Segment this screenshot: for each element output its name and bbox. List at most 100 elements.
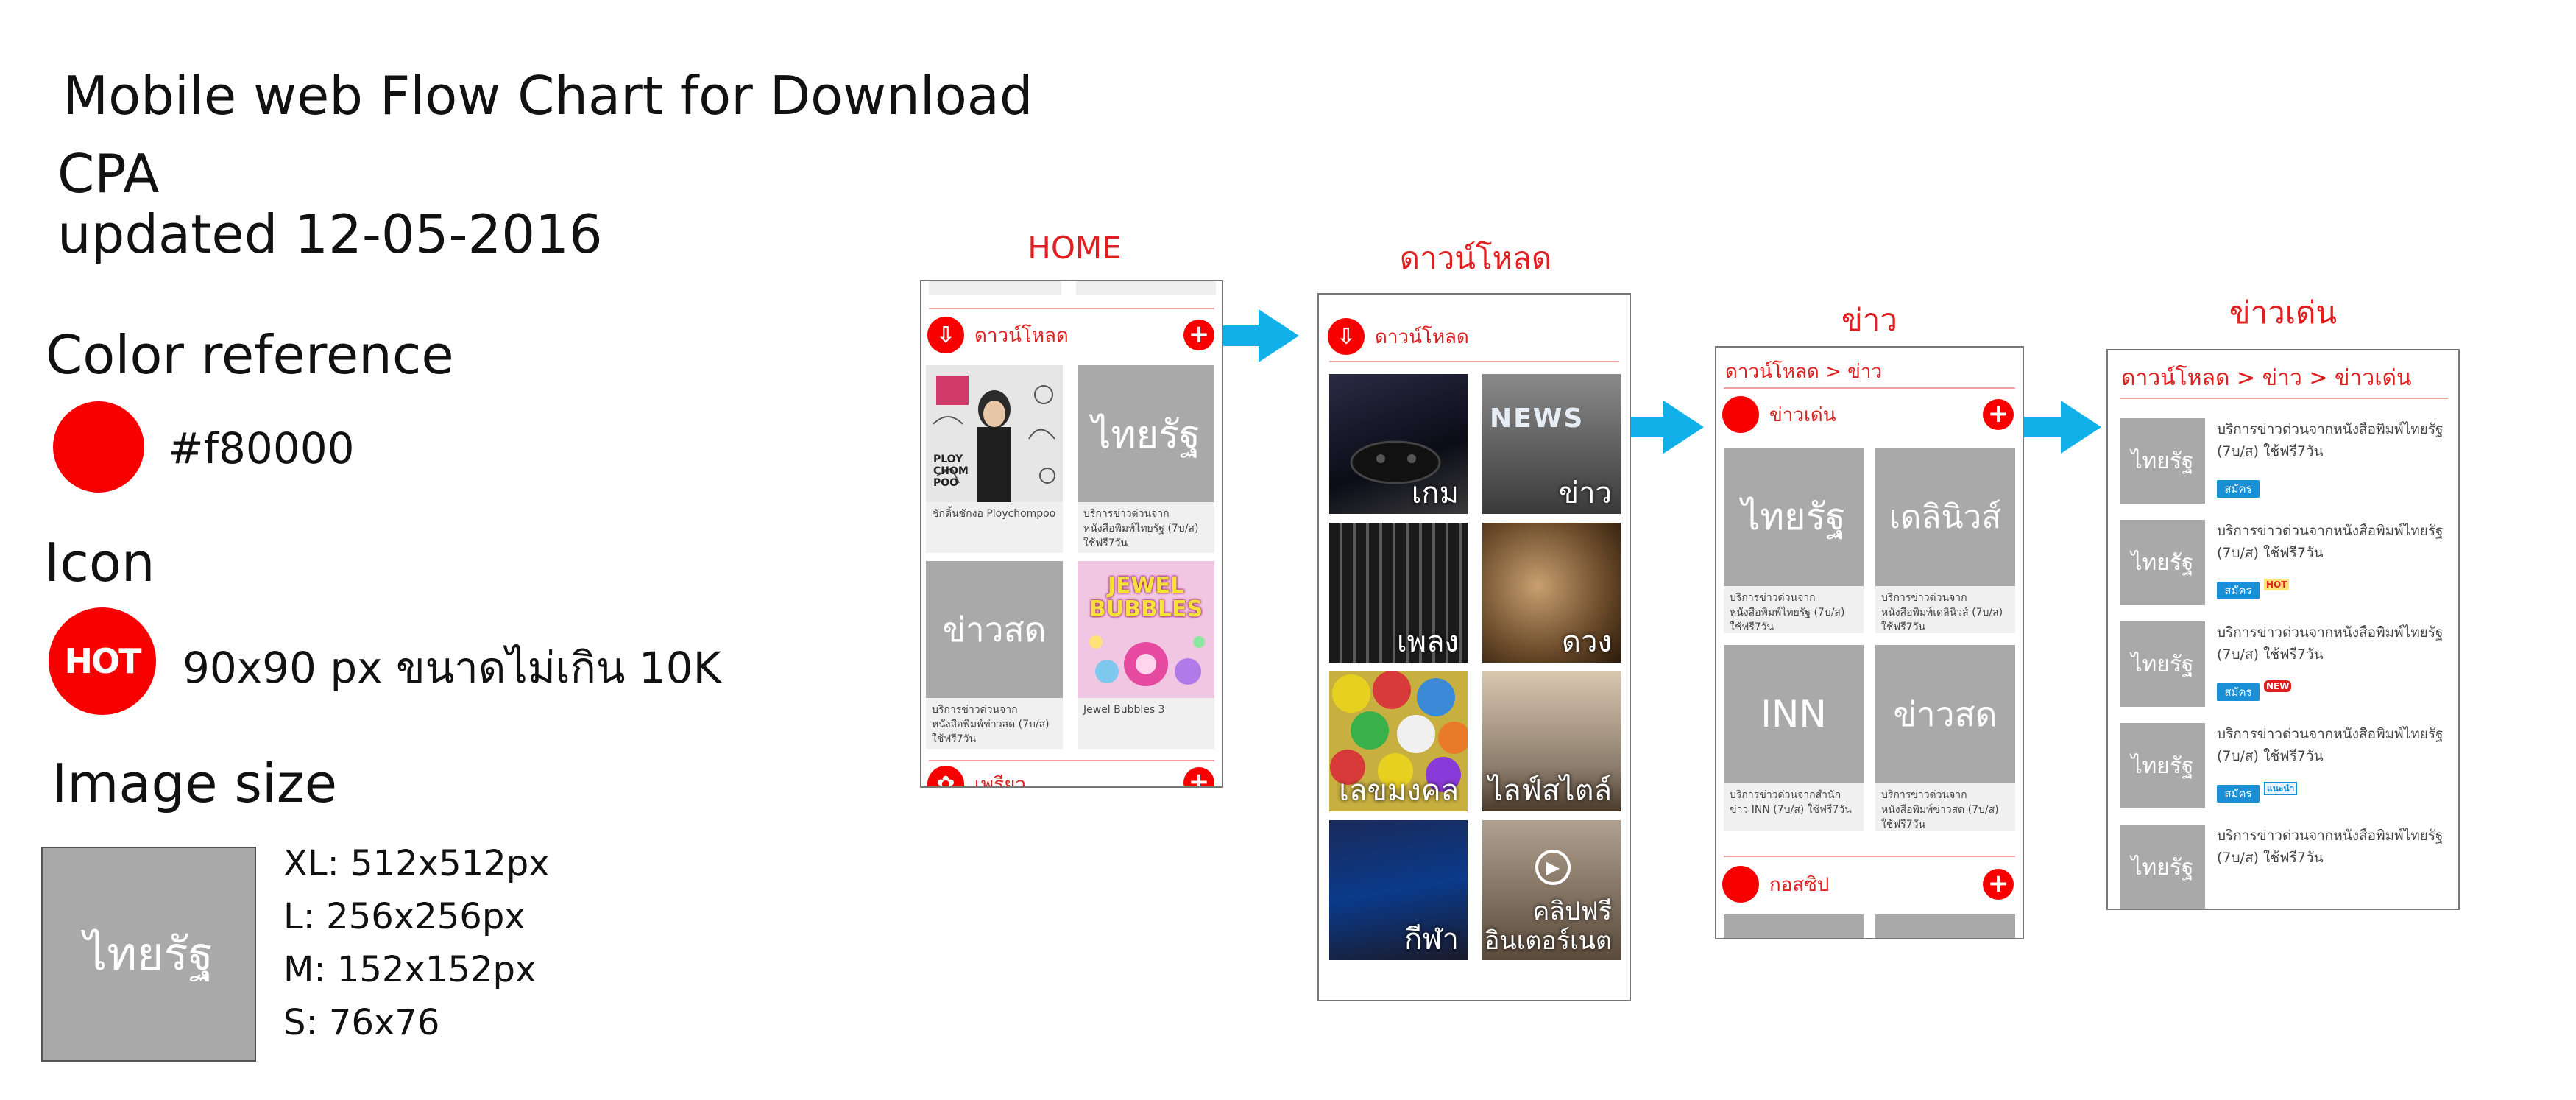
- news-card-caption: บริการข่าวด่วนจากหนังสือพิมพ์ข่าวสด (7บ/…: [1881, 789, 1999, 831]
- download-divider: [1329, 361, 1619, 362]
- news-card-khaosod[interactable]: ข่าวสด บริการข่าวด่วนจากหนังสือพิมพ์ข่าว…: [1875, 645, 2015, 831]
- tile-sports[interactable]: กีฬา: [1329, 820, 1468, 960]
- home-card-caption: บริการข่าวด่วนจากหนังสือพิมพ์ข่าวสด (7บ/…: [932, 704, 1050, 745]
- news-gossip-card-stub: [1724, 914, 1864, 938]
- topnews-breadcrumb[interactable]: ดาวน์โหลด > ข่าว > ข่าวเด่น: [2121, 361, 2412, 395]
- list-item-text: บริการข่าวด่วนจากหนังสือพิมพ์ไทยรัฐ (7บ/ส…: [2217, 726, 2444, 764]
- home-screen-title: HOME: [1027, 230, 1122, 266]
- news-gossip-section-header[interactable]: กอสซิป: [1722, 863, 1829, 906]
- topnews-screen-title: ข่าวเด่น: [2229, 295, 2338, 331]
- topnews-list-item[interactable]: ไทยรัฐ บริการข่าวด่วนจากหนังสือพิมพ์ไทยร…: [2120, 621, 2449, 708]
- news-top-section-header[interactable]: ข่าวเด่น: [1722, 393, 1836, 436]
- tile-lifestyle-label: ไลฟ์สไตล์: [1488, 774, 1612, 808]
- news-divider: [1724, 387, 2015, 389]
- home-section-label: ดาวน์โหลด: [974, 324, 1069, 347]
- home-next-section-header[interactable]: ✿ เพรียว: [927, 763, 1026, 788]
- home-card-caption: ชักดิ้นชักงอ Ploychompoo: [932, 508, 1056, 520]
- subscribe-button[interactable]: สมัคร: [2217, 683, 2260, 701]
- tile-music[interactable]: เพลง: [1329, 523, 1468, 663]
- home-divider: [929, 308, 1214, 309]
- tile-games-label: เกม: [1411, 476, 1459, 510]
- home-card-poster[interactable]: PLOY CHOM POO ชักดิ้นชักงอ Ploychompoo: [926, 365, 1063, 553]
- home-screen: ⇩ ดาวน์โหลด + PLOY CHOM POO ชักดิ้นชักงอ…: [920, 280, 1223, 788]
- subscribe-button[interactable]: สมัคร: [2217, 582, 2260, 599]
- tile-games[interactable]: เกม: [1329, 374, 1468, 514]
- news-gossip-card-stub: [1875, 914, 2015, 938]
- tile-horoscope[interactable]: ดวง: [1482, 523, 1621, 663]
- download-icon: ⇩: [927, 317, 964, 353]
- download-screen: ⇩ ดาวน์โหลด เกม NEWS ข่าว เพลง ดวง เลขมง…: [1317, 293, 1631, 1001]
- news-gossip-add-button[interactable]: +: [1983, 869, 2014, 900]
- tile-horoscope-label: ดวง: [1562, 625, 1612, 659]
- home-divider: [929, 760, 1214, 761]
- play-icon: ▶: [1535, 850, 1571, 885]
- tile-news[interactable]: NEWS ข่าว: [1482, 374, 1621, 514]
- tile-lucky-numbers[interactable]: เลขมงคล: [1329, 671, 1468, 811]
- news-add-button[interactable]: +: [1983, 399, 2014, 430]
- news-breadcrumb[interactable]: ดาวน์โหลด > ข่าว: [1725, 356, 1882, 387]
- download-screen-title: ดาวน์โหลด: [1399, 240, 1552, 276]
- news-card-caption: บริการข่าวด่วนจากหนังสือพิมพ์เดลินิวส์ (…: [1881, 592, 2003, 633]
- tile-sports-label: กีฬา: [1404, 923, 1459, 956]
- topnews-list-item[interactable]: ไทยรัฐ บริการข่าวด่วนจากหนังสือพิมพ์ไทยร…: [2120, 418, 2449, 505]
- section-dot-icon: [1722, 396, 1759, 433]
- list-item-thumb: ไทยรัฐ: [2120, 825, 2205, 909]
- list-item-text: บริการข่าวด่วนจากหนังสือพิมพ์ไทยรัฐ (7บ/ส…: [2217, 828, 2444, 866]
- topnews-divider: [2120, 398, 2448, 399]
- download-icon: ⇩: [1328, 318, 1365, 355]
- news-divider: [1724, 856, 2015, 857]
- news-card-thumb: ไทยรัฐ: [1724, 448, 1864, 586]
- list-item-text: บริการข่าวด่วนจากหนังสือพิมพ์ไทยรัฐ (7บ/ส…: [2217, 523, 2444, 561]
- subscribe-button[interactable]: สมัคร: [2217, 785, 2260, 803]
- home-next-section-label: เพรียว: [974, 773, 1026, 788]
- topnews-list-item[interactable]: ไทยรัฐ บริการข่าวด่วนจากหนังสือพิมพ์ไทยร…: [2120, 520, 2449, 607]
- home-card-jewel-bubbles[interactable]: JEWEL BUBBLES Jewel Bubbles 3: [1078, 561, 1214, 749]
- news-screen-title: ข่าว: [1841, 302, 1897, 338]
- news-word: NEWS: [1490, 403, 1585, 434]
- recommended-tag: แนะนำ: [2264, 782, 2298, 795]
- news-card-caption: บริการข่าวด่วนจากหนังสือพิมพ์ไทยรัฐ (7บ/…: [1730, 592, 1845, 633]
- arrow-home-to-download: [1220, 309, 1299, 362]
- news-card-thumb: เดลินิวส์: [1875, 448, 2015, 586]
- news-card-inn[interactable]: INN บริการข่าวด่วนจากสำนักข่าว INN (7บ/ส…: [1724, 645, 1864, 831]
- download-section-header[interactable]: ⇩ ดาวน์โหลด: [1328, 315, 1469, 358]
- poster-text: PLOY CHOM POO: [933, 454, 969, 489]
- tile-lifestyle[interactable]: ไลฟ์สไตล์: [1482, 671, 1621, 811]
- news-gossip-section-label: กอสซิป: [1769, 873, 1830, 896]
- download-section-label: ดาวน์โหลด: [1375, 325, 1469, 348]
- home-download-section-header[interactable]: ⇩ ดาวน์โหลด: [927, 314, 1069, 356]
- home-prev-card-stub: [929, 281, 1061, 295]
- tile-news-label: ข่าว: [1558, 476, 1612, 510]
- topnews-list-item[interactable]: ไทยรัฐ บริการข่าวด่วนจากหนังสือพิมพ์ไทยร…: [2120, 723, 2449, 810]
- home-next-add-button[interactable]: +: [1183, 767, 1214, 786]
- home-card-thumb: ข่าวสด: [926, 561, 1063, 698]
- subscribe-button[interactable]: สมัคร: [2217, 480, 2260, 498]
- list-item-thumb: ไทยรัฐ: [2120, 723, 2205, 808]
- home-add-button[interactable]: +: [1183, 320, 1214, 350]
- home-card-khaosod[interactable]: ข่าวสด บริการข่าวด่วนจากหนังสือพิมพ์ข่าว…: [926, 561, 1063, 749]
- home-card-caption: Jewel Bubbles 3: [1083, 704, 1165, 716]
- hot-tag: HOT: [2264, 579, 2290, 590]
- list-item-text: บริการข่าวด่วนจากหนังสือพิมพ์ไทยรัฐ (7บ/ส…: [2217, 624, 2444, 663]
- new-tag: NEW: [2264, 680, 2292, 692]
- home-card-caption: บริการข่าวด่วนจากหนังสือพิมพ์ไทยรัฐ (7บ/…: [1083, 508, 1199, 549]
- tile-music-label: เพลง: [1396, 625, 1459, 659]
- list-item-thumb: ไทยรัฐ: [2120, 520, 2205, 605]
- section-icon: ✿: [927, 766, 964, 786]
- news-card-thumb: ข่าวสด: [1875, 645, 2015, 783]
- tile-free-clips[interactable]: ▶ คลิปฟรี อินเตอร์เนต: [1482, 820, 1621, 960]
- list-item-thumb: ไทยรัฐ: [2120, 621, 2205, 707]
- topnews-list-item[interactable]: ไทยรัฐ บริการข่าวด่วนจากหนังสือพิมพ์ไทยร…: [2120, 825, 2449, 909]
- news-card-dailynews[interactable]: เดลินิวส์ บริการข่าวด่วนจากหนังสือพิมพ์เ…: [1875, 448, 2015, 633]
- tile-lucky-numbers-label: เลขมงคล: [1339, 774, 1459, 808]
- news-card-thairath[interactable]: ไทยรัฐ บริการข่าวด่วนจากหนังสือพิมพ์ไทยร…: [1724, 448, 1864, 633]
- list-item-text: บริการข่าวด่วนจากหนังสือพิมพ์ไทยรัฐ (7บ/ส…: [2217, 421, 2444, 459]
- news-card-thumb: INN: [1724, 645, 1864, 783]
- home-card-thairath[interactable]: ไทยรัฐ บริการข่าวด่วนจากหนังสือพิมพ์ไทยร…: [1078, 365, 1214, 553]
- news-top-section-label: ข่าวเด่น: [1769, 403, 1836, 426]
- tile-free-clips-label: คลิปฟรี อินเตอร์เนต: [1485, 897, 1612, 956]
- jewel-bubbles-image: JEWEL BUBBLES: [1078, 561, 1214, 698]
- jewel-bubbles-logo: JEWEL BUBBLES: [1089, 573, 1203, 622]
- poster-image: PLOY CHOM POO: [926, 365, 1063, 502]
- news-screen: ดาวน์โหลด > ข่าว ข่าวเด่น + ไทยรัฐ บริกา…: [1715, 346, 2024, 939]
